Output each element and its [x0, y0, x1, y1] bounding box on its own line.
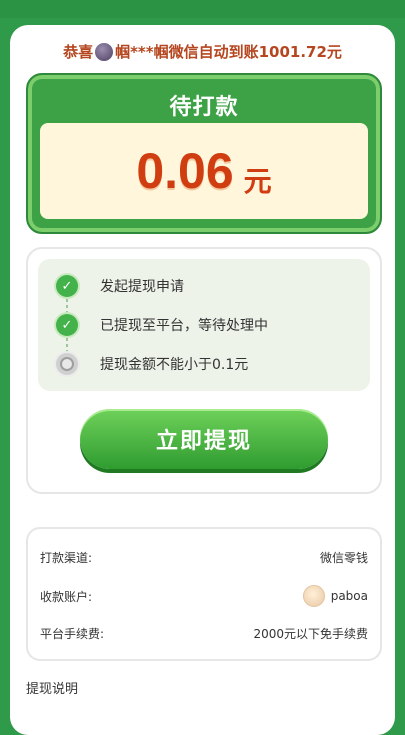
- account-value: paboa: [330, 589, 368, 603]
- account-avatar: [302, 585, 325, 607]
- step-label: 提现金额不能小于0.1元: [100, 357, 249, 373]
- amount-value: 0.06: [136, 143, 234, 199]
- step-label: 已提现至平台，等待处理中: [100, 318, 268, 334]
- check-icon: ✓: [56, 314, 78, 336]
- step-connector: [66, 299, 68, 313]
- info-row-fee: 平台手续费: 2000元以下免手续费: [40, 621, 368, 645]
- withdraw-card: 恭喜 帼***帼微信自动到账1001.72元 待打款 0.06 元 ✓ 发起提现…: [10, 25, 395, 735]
- fee-value: 2000元以下免手续费: [253, 626, 368, 641]
- channel-value: 微信零钱: [319, 550, 368, 565]
- amount-display: 0.06 元: [40, 123, 368, 219]
- broadcast-notice: 恭喜 帼***帼微信自动到账1001.72元: [10, 41, 395, 62]
- payout-info-card: 打款渠道: 微信零钱 收款账户: paboa 平台手续费: 2000元以下免手续…: [26, 527, 382, 661]
- channel-label: 打款渠道:: [40, 550, 93, 565]
- step-minimum: 提现金额不能小于0.1元: [56, 351, 248, 377]
- pending-circle-icon: [56, 353, 78, 375]
- step-label: 发起提现申请: [100, 279, 184, 295]
- progress-steps: ✓ 发起提现申请 ✓ 已提现至平台，等待处理中 提现金额不能小于0.1元: [38, 259, 370, 391]
- pending-title: 待打款: [169, 95, 239, 120]
- winner-avatar: [95, 42, 114, 61]
- step-connector: [66, 338, 68, 352]
- notice-prefix: 恭喜: [63, 43, 94, 61]
- notice-text: 帼***帼微信自动到账1001.72元: [115, 43, 342, 61]
- info-row-channel: 打款渠道: 微信零钱: [40, 545, 368, 569]
- info-row-account: 收款账户: paboa: [40, 584, 368, 608]
- pending-amount-panel: 待打款 0.06 元: [26, 73, 382, 234]
- amount-unit: 元: [243, 165, 272, 198]
- progress-card: ✓ 发起提现申请 ✓ 已提现至平台，等待处理中 提现金额不能小于0.1元 立即提…: [26, 247, 382, 494]
- step-submitted: ✓ 已提现至平台，等待处理中: [56, 312, 268, 338]
- top-strip: [0, 0, 405, 18]
- account-value-group: paboa: [302, 585, 368, 607]
- withdraw-explanation-title: 提现说明: [26, 682, 79, 697]
- check-icon: ✓: [56, 275, 78, 297]
- account-label: 收款账户:: [40, 589, 93, 604]
- withdraw-now-button[interactable]: 立即提现: [80, 409, 328, 469]
- fee-label: 平台手续费:: [40, 626, 105, 641]
- step-apply: ✓ 发起提现申请: [56, 273, 184, 299]
